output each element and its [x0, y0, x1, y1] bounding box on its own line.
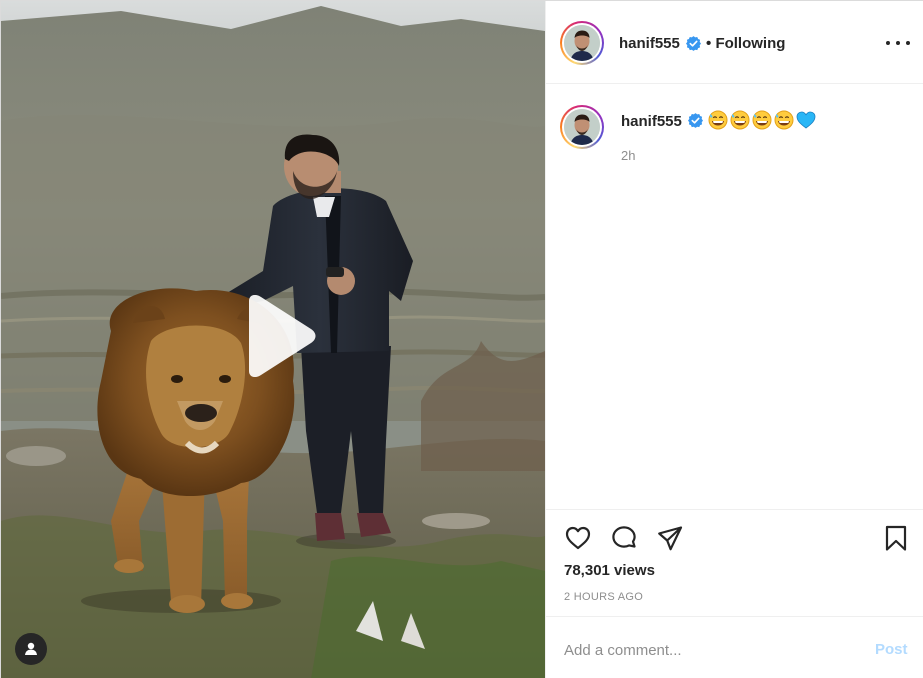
post-comment-button[interactable]: Post — [875, 641, 908, 658]
user-tag-button[interactable] — [15, 633, 47, 665]
following-label: Following — [715, 35, 786, 52]
views-count[interactable]: 78,301 views — [564, 562, 655, 579]
caption-emojis — [708, 110, 816, 130]
bookmark-icon[interactable] — [882, 524, 910, 552]
caption-timestamp: 2h — [621, 148, 636, 163]
video-player[interactable] — [1, 1, 545, 678]
grinning-sweat-emoji — [708, 110, 728, 130]
post-modal: hanif555 • Following hanif555 2h 78,301 … — [0, 0, 923, 678]
comment-bar: Post — [546, 616, 923, 678]
grinning-sweat-emoji — [730, 110, 750, 130]
separator-dot: • — [706, 35, 712, 52]
grinning-sweat-emoji — [774, 110, 794, 130]
grinning-sweat-emoji — [752, 110, 772, 130]
post-caption: hanif555 2h — [546, 85, 923, 509]
following-button[interactable]: • Following — [706, 35, 785, 52]
blue-heart-emoji — [796, 111, 816, 129]
play-icon — [249, 294, 316, 378]
comment-input[interactable] — [564, 639, 854, 661]
verified-badge-icon — [688, 113, 703, 128]
user-tag-icon — [25, 642, 37, 655]
avatar[interactable] — [560, 21, 604, 65]
post-side-panel: hanif555 • Following hanif555 2h 78,301 … — [545, 1, 923, 678]
caption-username-link[interactable]: hanif555 — [621, 113, 682, 130]
heart-icon[interactable] — [564, 524, 592, 552]
comment-icon[interactable] — [610, 524, 638, 552]
verified-badge-icon — [686, 36, 701, 51]
avatar-image — [564, 109, 600, 145]
username-link[interactable]: hanif555 — [619, 35, 680, 52]
play-button[interactable] — [237, 294, 317, 378]
more-options-icon[interactable] — [886, 33, 910, 53]
caption-avatar[interactable] — [560, 105, 604, 149]
post-timestamp: 2 HOURS AGO — [564, 591, 644, 603]
paper-plane-icon[interactable] — [656, 524, 684, 552]
avatar-image — [564, 25, 600, 61]
post-actions — [546, 509, 923, 569]
post-header: hanif555 • Following — [546, 1, 923, 84]
